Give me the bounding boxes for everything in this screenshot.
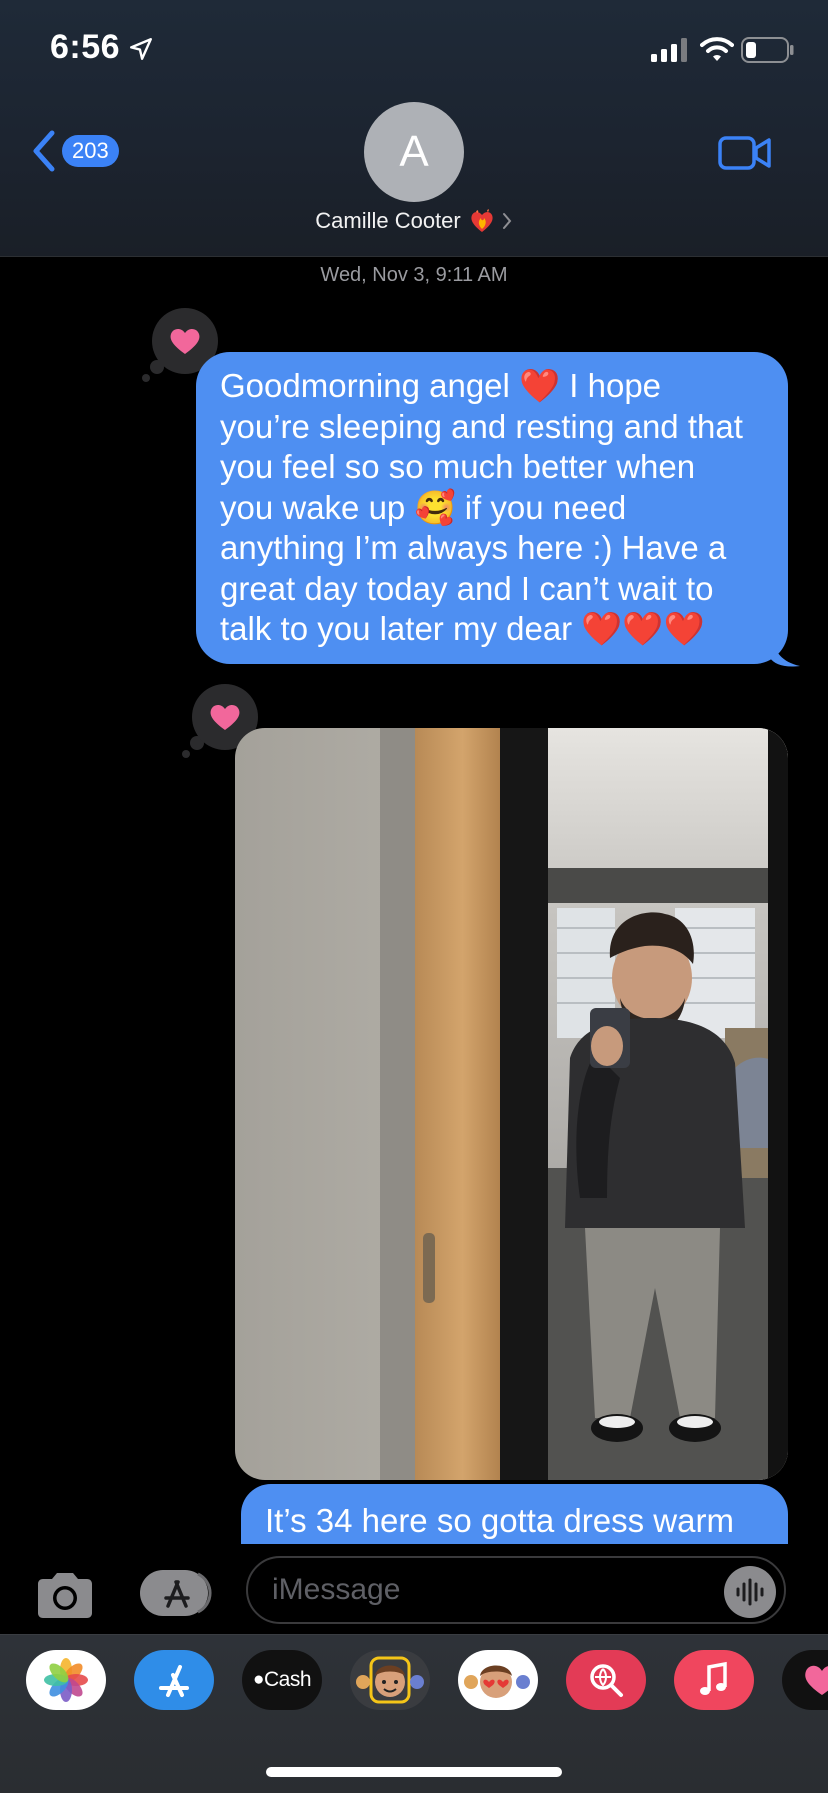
status-time: 6:56 bbox=[50, 28, 121, 66]
tapback-dot bbox=[142, 374, 150, 382]
heart-icon bbox=[170, 328, 200, 354]
contact-name-row[interactable]: Camille Cooter bbox=[0, 208, 828, 234]
message-input[interactable] bbox=[246, 1556, 786, 1624]
message-line: Goodmorning angel ❤️ I hope bbox=[220, 367, 662, 404]
heart-icon bbox=[210, 704, 240, 730]
bubble-tail bbox=[770, 634, 800, 667]
wifi-icon bbox=[700, 37, 734, 61]
images-search-icon bbox=[590, 1664, 623, 1697]
mirror-selfie-image bbox=[235, 728, 788, 1480]
message-timestamp: Wed, Nov 3, 9:11 AM bbox=[320, 264, 508, 286]
heart-fire-emoji-icon bbox=[471, 209, 493, 232]
conversation-header: 6:56 203 A Camille Cooter bbox=[0, 0, 828, 257]
message-line: talk to you later my dear ❤️❤️❤️ bbox=[220, 610, 705, 647]
message-line: you wake up 🥰 if you need bbox=[220, 488, 627, 526]
audio-message-button[interactable] bbox=[724, 1566, 776, 1618]
photos-app-icon bbox=[44, 1658, 88, 1702]
app-store-app-icon bbox=[159, 1665, 189, 1697]
message-line: you feel so so much better when bbox=[220, 448, 696, 485]
images-search-app-button[interactable] bbox=[566, 1650, 646, 1710]
photos-app-button[interactable] bbox=[26, 1650, 106, 1710]
message-line: great day today and I can’t wait to bbox=[220, 569, 714, 607]
photo-attachment[interactable] bbox=[235, 728, 788, 1480]
message-line: It’s 34 here so gotta dress warm bbox=[265, 1502, 734, 1539]
cellular-signal-icon bbox=[651, 38, 687, 62]
back-button[interactable]: 203 bbox=[30, 126, 130, 176]
memoji-app-icon bbox=[356, 1656, 424, 1704]
contact-name: Camille Cooter bbox=[315, 208, 461, 233]
unread-count-badge: 203 bbox=[62, 135, 119, 167]
sent-message-bubble[interactable]: Goodmorning angel ❤️ I hope you’re sleep… bbox=[196, 352, 788, 664]
apple-cash-app-button[interactable]: ● Cash bbox=[242, 1650, 322, 1710]
sent-message-bubble[interactable]: It’s 34 here so gotta dress warm bbox=[241, 1484, 788, 1544]
chevron-right-icon bbox=[502, 213, 512, 229]
memoji-app-button[interactable] bbox=[350, 1650, 430, 1710]
back-chevron-icon bbox=[33, 130, 55, 172]
memoji-stickers-app-button[interactable] bbox=[458, 1650, 538, 1710]
memoji-stickers-app-icon bbox=[464, 1665, 530, 1698]
battery-icon bbox=[741, 37, 794, 63]
compose-bar bbox=[0, 1546, 828, 1634]
contact-avatar[interactable]: A bbox=[364, 102, 464, 202]
location-arrow-icon bbox=[130, 38, 152, 60]
tapback-dot bbox=[182, 750, 190, 758]
message-line: anything I’m always here :) Have a bbox=[220, 529, 727, 566]
audio-waveform-icon bbox=[736, 1578, 764, 1606]
app-store-icon[interactable] bbox=[138, 1568, 214, 1618]
camera-icon[interactable] bbox=[34, 1570, 96, 1620]
app-drawer: ● Cash bbox=[0, 1634, 828, 1793]
home-indicator[interactable] bbox=[266, 1767, 562, 1777]
digital-touch-heart-icon bbox=[805, 1665, 828, 1695]
music-note-icon bbox=[700, 1661, 727, 1695]
apple-cash-label: Cash bbox=[263, 1668, 312, 1691]
app-store-app-button[interactable] bbox=[134, 1650, 214, 1710]
music-app-button[interactable] bbox=[674, 1650, 754, 1710]
video-camera-icon[interactable] bbox=[718, 136, 772, 170]
apple-logo-icon: ● bbox=[252, 1669, 264, 1690]
digital-touch-app-button[interactable] bbox=[782, 1650, 828, 1710]
message-line: you’re sleeping and resting and that bbox=[220, 407, 743, 445]
